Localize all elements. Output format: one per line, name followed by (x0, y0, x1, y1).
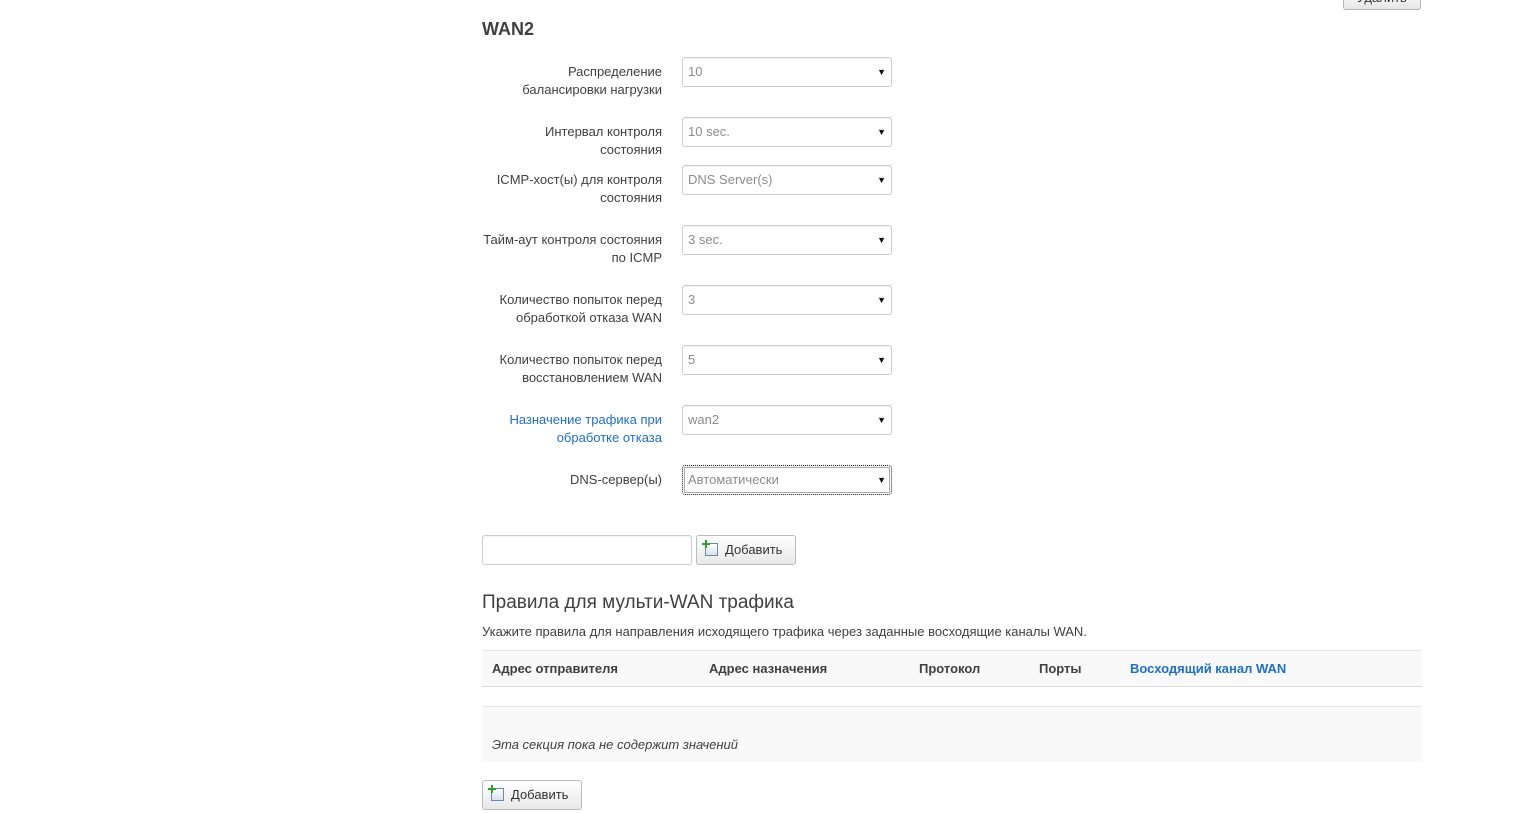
field-label: Количество попыток перед обработкой отка… (482, 291, 662, 327)
form-row-failover-traffic: Назначение трафика при обработке отказа … (482, 405, 902, 445)
chevron-down-icon: ▼ (877, 415, 886, 425)
new-section-input[interactable] (482, 535, 692, 565)
failover-attempts-select[interactable]: 3 ▼ (682, 285, 892, 315)
field-label-line2: обработке отказа (556, 430, 662, 445)
form-row-dns-servers: DNS-сервер(ы) Автоматически ▼ (482, 465, 902, 501)
load-balancing-select[interactable]: 10 ▼ (682, 57, 892, 87)
form-row-recovery-attempts: Количество попыток перед восстановлением… (482, 345, 902, 385)
field-label-line1: ICMP-хост(ы) для контроля (496, 172, 662, 187)
field-label-line2: балансировки нагрузки (522, 82, 662, 97)
field-label: Тайм-аут контроля состояния по ICMP (482, 231, 662, 267)
dns-servers-select[interactable]: Автоматически ▼ (682, 465, 892, 495)
chevron-down-icon: ▼ (877, 235, 886, 245)
icmp-hosts-select[interactable]: DNS Server(s) ▼ (682, 165, 892, 195)
form-row-icmp-timeout: Тайм-аут контроля состояния по ICMP 3 se… (482, 225, 902, 265)
field-label: Количество попыток перед восстановлением… (482, 351, 662, 387)
page: Удалить WAN2 Распределение балансировки … (0, 0, 1531, 813)
add-document-icon (488, 785, 504, 801)
form-row-icmp-hosts: ICMP-хост(ы) для контроля состояния DNS … (482, 165, 902, 205)
select-value: 3 sec. (688, 232, 723, 247)
chevron-down-icon: ▼ (877, 295, 886, 305)
add-section-button-label: Добавить (725, 542, 783, 557)
failover-traffic-select[interactable]: wan2 ▼ (682, 405, 892, 435)
field-label: Интервал контроля состояния (482, 123, 662, 159)
add-rule-button[interactable]: Добавить (482, 780, 582, 810)
recovery-attempts-select[interactable]: 5 ▼ (682, 345, 892, 375)
chevron-down-icon: ▼ (877, 355, 886, 365)
field-label: Распределение балансировки нагрузки (482, 63, 662, 99)
select-value: 10 (688, 64, 703, 79)
field-label-line2: по ICMP (611, 250, 662, 265)
select-value: 3 (688, 292, 696, 307)
rules-title: Правила для мульти-WAN трафика (482, 592, 794, 613)
field-label-link[interactable]: Назначение трафика при обработке отказа (482, 411, 662, 447)
rules-description: Укажите правила для направления исходяще… (482, 624, 1087, 639)
field-label-line1: Тайм-аут контроля состояния (483, 232, 662, 247)
field-label-line1: Интервал контроля состояния (545, 124, 662, 157)
select-value: 5 (688, 352, 696, 367)
column-header-protocol: Протокол (919, 661, 981, 676)
field-label-line1: DNS-сервер(ы) (570, 472, 662, 487)
table-header: Адрес отправителя Адрес назначения Прото… (482, 650, 1422, 687)
column-header-ports: Порты (1039, 661, 1082, 676)
field-label-line2: восстановлением WAN (522, 370, 662, 385)
icmp-timeout-select[interactable]: 3 sec. ▼ (682, 225, 892, 255)
field-label-line1: Количество попыток перед (499, 292, 662, 307)
add-document-icon (702, 540, 718, 556)
field-label-line1: Назначение трафика при (509, 412, 662, 427)
empty-section-text: Эта секция пока не содержит значений (492, 737, 738, 752)
chevron-down-icon: ▼ (877, 127, 886, 137)
select-value: DNS Server(s) (688, 172, 773, 187)
field-label: ICMP-хост(ы) для контроля состояния (482, 171, 662, 207)
select-value: wan2 (688, 412, 720, 427)
rules-table: Адрес отправителя Адрес назначения Прото… (482, 650, 1422, 762)
delete-button[interactable]: Удалить (1343, 0, 1421, 10)
column-header-destination: Адрес назначения (709, 661, 828, 676)
table-empty-row: Эта секция пока не содержит значений (482, 706, 1422, 762)
field-label-line2: состояния (600, 190, 662, 205)
field-label-line1: Распределение (567, 64, 662, 79)
section-title: WAN2 (482, 19, 535, 39)
health-interval-select[interactable]: 10 sec. ▼ (682, 117, 892, 147)
add-section-button[interactable]: Добавить (696, 535, 796, 565)
select-value: Автоматически (688, 472, 779, 487)
field-label: DNS-сервер(ы) (482, 471, 662, 489)
column-header-source: Адрес отправителя (492, 661, 618, 676)
select-value: 10 sec. (688, 124, 730, 139)
form-row-load-balancing: Распределение балансировки нагрузки 10 ▼ (482, 57, 902, 97)
chevron-down-icon: ▼ (877, 175, 886, 185)
field-label-line1: Количество попыток перед (499, 352, 662, 367)
chevron-down-icon: ▼ (877, 67, 886, 77)
chevron-down-icon: ▼ (877, 475, 886, 485)
add-rule-button-label: Добавить (511, 787, 569, 802)
field-label-line2: обработкой отказа WAN (515, 310, 662, 325)
form-row-health-interval: Интервал контроля состояния 10 sec. ▼ (482, 117, 902, 157)
column-header-wan-uplink[interactable]: Восходящий канал WAN (1130, 661, 1286, 676)
form-row-failover-attempts: Количество попыток перед обработкой отка… (482, 285, 902, 325)
